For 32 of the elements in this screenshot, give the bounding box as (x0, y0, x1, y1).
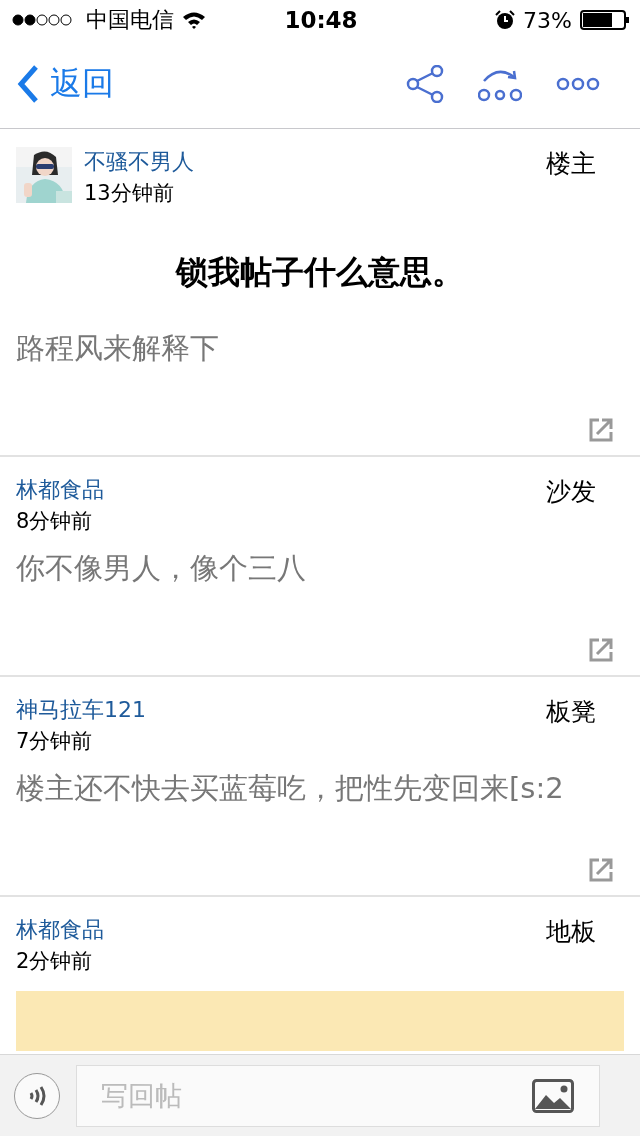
post-time: 2分钟前 (16, 948, 93, 975)
floor-label: 地板 (546, 916, 597, 948)
voice-button[interactable] (14, 1072, 60, 1119)
more-icon[interactable] (556, 77, 600, 91)
chevron-icon (16, 64, 40, 104)
post-time: 8分钟前 (16, 508, 93, 535)
author-name[interactable]: 神马拉车121 (16, 695, 146, 725)
reply-field[interactable]: 写回帖 (76, 1064, 600, 1127)
post-title: 锁我帖子什么意思。 (174, 252, 465, 293)
battery-percent: 73% (523, 7, 572, 33)
battery-icon (580, 10, 630, 30)
carrier-name: 中国电信 (86, 6, 174, 34)
floor-label: 沙发 (546, 476, 597, 508)
author-name[interactable]: 林都食品 (16, 475, 104, 505)
floor-label: 板凳 (546, 696, 597, 728)
post-body: 楼主还不快去买蓝莓吃，把性先变回来[s:2 (16, 770, 565, 807)
share-out-icon[interactable] (588, 857, 614, 883)
clock: 10:48 (283, 7, 359, 33)
back-button[interactable]: 返回 (16, 62, 114, 106)
wifi-icon (182, 11, 206, 29)
author-name[interactable]: 林都食品 (16, 915, 104, 945)
alarm-icon (495, 10, 516, 30)
post-time: 13分钟前 (84, 180, 174, 207)
post-body: 你不像男人，像个三八 (16, 550, 307, 587)
author-name[interactable]: 不骚不男人 (84, 147, 194, 177)
post-body: 路程风来解释下 (16, 330, 220, 367)
share-icon[interactable] (406, 65, 444, 103)
share-out-icon[interactable] (588, 637, 614, 663)
image-icon[interactable] (532, 1078, 574, 1113)
post-time: 7分钟前 (16, 728, 93, 755)
floor-label: 楼主 (546, 148, 597, 180)
share-out-icon[interactable] (588, 417, 614, 443)
